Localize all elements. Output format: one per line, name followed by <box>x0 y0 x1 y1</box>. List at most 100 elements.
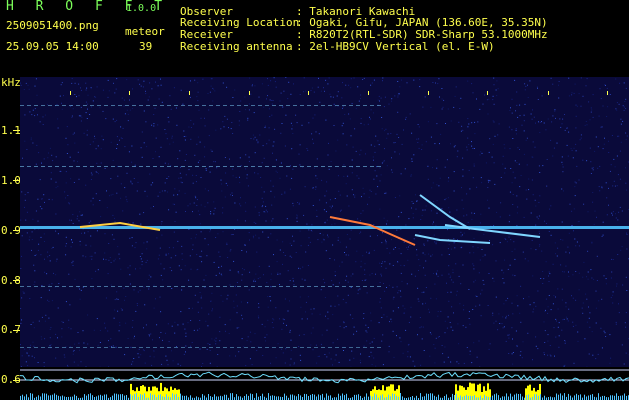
noise-speck <box>280 162 282 164</box>
noise-speck <box>303 214 305 216</box>
noise-speck <box>117 166 118 167</box>
noise-speck <box>605 283 607 285</box>
noise-speck <box>69 105 71 107</box>
noise-speck <box>110 141 112 143</box>
noise-speck <box>112 345 114 347</box>
noise-speck <box>82 330 84 332</box>
noise-speck <box>449 276 451 278</box>
noise-speck <box>79 211 81 213</box>
noise-speck <box>274 196 276 198</box>
noise-speck <box>508 334 510 336</box>
noise-speck <box>44 114 46 116</box>
noise-speck <box>114 121 116 123</box>
noise-speck <box>267 306 269 308</box>
noise-speck <box>49 255 51 256</box>
noise-speck <box>379 167 381 169</box>
noise-speck <box>245 168 247 170</box>
noise-speck <box>580 137 582 139</box>
noise-speck <box>492 95 494 97</box>
noise-speck <box>516 133 517 135</box>
weak-line <box>370 347 374 348</box>
noise-speck <box>20 268 22 269</box>
noise-speck <box>388 351 390 353</box>
unit-label: kHz <box>1 76 21 89</box>
noise-speck <box>153 350 155 352</box>
noise-speck <box>471 141 472 143</box>
noise-speck <box>351 103 353 105</box>
weak-line <box>251 105 255 106</box>
header-panel: H R O F F T 1.0.0 2509051400.png meteor … <box>0 0 629 72</box>
noise-speck <box>280 132 282 134</box>
noise-speck <box>615 108 617 110</box>
noise-speck <box>342 298 344 300</box>
noise-speck <box>342 82 343 84</box>
noise-speck <box>587 211 589 213</box>
noise-speck <box>368 251 370 253</box>
noise-speck <box>447 108 449 110</box>
noise-speck <box>140 85 142 87</box>
noise-speck <box>435 337 437 339</box>
noise-speck <box>224 157 226 158</box>
noise-speck <box>33 284 35 286</box>
noise-speck <box>140 223 142 225</box>
noise-speck <box>130 346 132 348</box>
antenna-key: Receiving antenna <box>180 40 293 53</box>
noise-speck <box>81 232 82 234</box>
noise-speck <box>263 211 265 213</box>
noise-speck <box>81 116 83 118</box>
noise-speck <box>497 329 499 331</box>
noise-speck <box>385 191 387 193</box>
noise-speck <box>289 300 290 302</box>
noise-speck <box>547 118 549 120</box>
noise-speck <box>171 350 172 352</box>
noise-speck <box>259 134 261 136</box>
noise-speck <box>381 340 383 342</box>
noise-speck <box>152 182 154 184</box>
noise-speck <box>239 157 241 159</box>
noise-speck <box>326 181 328 183</box>
noise-speck <box>307 296 309 298</box>
noise-speck <box>201 366 202 367</box>
noise-speck <box>197 161 199 163</box>
noise-speck <box>207 343 209 345</box>
noise-speck <box>412 202 414 204</box>
weak-line <box>55 347 59 348</box>
noise-speck <box>514 275 516 277</box>
noise-speck <box>469 188 471 190</box>
noise-speck <box>79 244 81 246</box>
level-bar <box>322 393 323 400</box>
noise-speck <box>177 194 179 196</box>
noise-speck <box>482 103 484 105</box>
noise-speck <box>555 336 557 338</box>
noise-speck <box>374 151 376 153</box>
noise-speck <box>467 118 469 120</box>
level-bar <box>54 393 55 400</box>
noise-speck <box>384 290 386 292</box>
level-bar <box>26 394 27 400</box>
level-bar <box>226 394 227 400</box>
noise-speck <box>346 234 348 235</box>
noise-speck <box>200 204 202 206</box>
noise-speck <box>328 352 330 354</box>
noise-speck <box>515 330 517 332</box>
noise-speck <box>623 106 625 108</box>
noise-speck <box>473 212 475 214</box>
noise-speck <box>514 79 516 81</box>
noise-speck <box>408 343 410 345</box>
noise-speck <box>114 92 116 94</box>
level-bar <box>122 394 123 400</box>
noise-speck <box>367 123 369 125</box>
noise-speck <box>609 362 611 364</box>
noise-speck <box>246 177 248 179</box>
noise-speck <box>174 321 176 323</box>
noise-speck <box>611 258 612 260</box>
noise-speck <box>327 318 329 320</box>
noise-speck <box>405 224 407 226</box>
noise-speck <box>475 305 477 307</box>
noise-speck <box>86 134 88 136</box>
noise-speck <box>344 252 345 253</box>
noise-speck <box>547 340 549 342</box>
noise-speck <box>364 269 366 271</box>
noise-speck <box>177 158 179 160</box>
noise-speck <box>228 127 229 129</box>
